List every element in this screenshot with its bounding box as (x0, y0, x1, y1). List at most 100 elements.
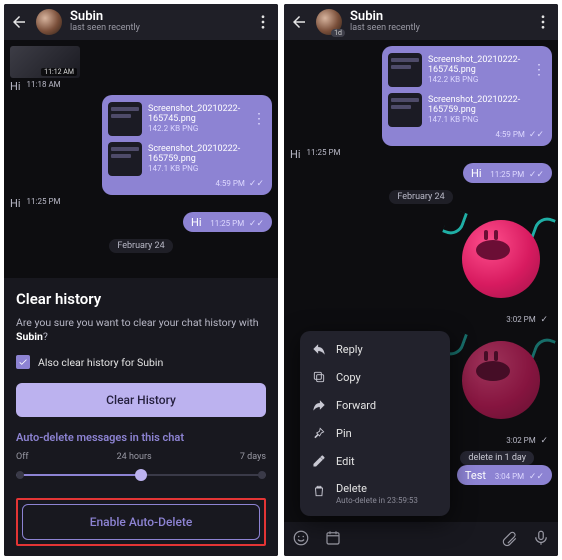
attachment-time: 4:59 PM ✓✓ (106, 179, 268, 191)
sheet-body: Are you sure you want to clear your chat… (16, 316, 266, 345)
message-context-menu: Reply Copy Forward Pin Edit Delete Auto-… (300, 331, 450, 516)
enable-auto-delete-button[interactable]: Enable Auto-Delete (22, 504, 260, 540)
menu-forward[interactable]: Forward (300, 391, 450, 419)
attachment-thumb-icon (388, 93, 422, 127)
attachment-name: Screenshot_20210222-165745.png (148, 105, 246, 125)
attachment-bubble[interactable]: Screenshot_20210222-165745.png 142.2 KB … (382, 46, 552, 146)
read-ticks-icon: ✓✓ (249, 219, 264, 229)
auto-delete-slider[interactable] (16, 466, 266, 484)
attachment-row: Screenshot_20210222-165745.png 142.2 KB … (290, 46, 552, 146)
message-row: Hi 11:25 PM ✓✓ (290, 163, 552, 183)
message-row: Hi 11:18 AM (10, 80, 272, 93)
msg-text: Hi (10, 197, 21, 210)
attachment-item[interactable]: Screenshot_20210222-165759.png 147.1 KB … (386, 90, 548, 130)
more-vert-icon[interactable] (254, 13, 272, 31)
message-row: Hi 11:25 PM (290, 148, 552, 161)
attachment-more-icon[interactable]: ⋮ (532, 62, 546, 78)
checkbox-checked-icon[interactable] (16, 355, 30, 369)
back-arrow-icon[interactable] (10, 13, 28, 31)
message-row: Hi 11:25 PM (10, 197, 272, 210)
msg-time: 11:18 AM (27, 80, 61, 93)
menu-delete-sub: Auto-delete in 23:59:53 (336, 496, 418, 505)
slider-handle[interactable] (135, 469, 147, 481)
bubble-out[interactable]: Hi 11:25 PM ✓✓ (463, 163, 552, 183)
msg-time: 11:25 PM (307, 148, 341, 161)
attachment-bubble[interactable]: Screenshot_20210222-165745.png 142.2 KB … (102, 95, 272, 195)
chat-name: Subin (70, 10, 140, 24)
attachment-thumb-icon (108, 102, 142, 136)
avatar[interactable] (36, 9, 62, 35)
attachment-name: Screenshot_20210222-165759.png (428, 96, 546, 116)
chat-header: 1d Subin last seen recently (284, 4, 558, 40)
chat-status: last seen recently (70, 24, 140, 34)
slider-labels: Off 24 hours 7 days (16, 452, 266, 462)
highlight-box: Enable Auto-Delete (16, 498, 266, 546)
message-row: Hi 11:25 PM ✓✓ (10, 212, 272, 232)
avatar-wrap[interactable]: 1d (316, 9, 342, 35)
auto-delete-badge: 1d (331, 29, 345, 37)
attachment-item[interactable]: Screenshot_20210222-165745.png 142.2 KB … (386, 50, 548, 90)
image-stub-row: 11:12 AM (10, 46, 272, 78)
attachment-item[interactable]: Screenshot_20210222-165745.png 142.2 KB … (106, 99, 268, 139)
msg-time: 11:25 PM (27, 197, 61, 210)
clear-history-sheet: Clear history Are you sure you want to c… (4, 278, 278, 556)
sticker-sweat-icon[interactable] (442, 208, 552, 308)
date-chip: February 24 (290, 189, 552, 202)
chat-name: Subin (350, 10, 420, 24)
more-vert-icon[interactable] (534, 13, 552, 31)
read-ticks-icon: ✓✓ (529, 472, 544, 482)
sticker-time: 3:02 PM (506, 315, 535, 324)
chat-header: Subin last seen recently (4, 4, 278, 40)
attachment-thumb-icon (388, 53, 422, 87)
attachment-name: Screenshot_20210222-165745.png (428, 56, 526, 76)
sticker-time: 3:02 PM (506, 436, 535, 445)
phone-right: 1d Subin last seen recently Screenshot_2… (284, 4, 558, 556)
phone-left: Subin last seen recently 11:12 AM Hi 11:… (4, 4, 278, 556)
attachment-size: 147.1 KB PNG (428, 115, 546, 124)
attachment-thumb-icon (108, 142, 142, 176)
bubble-out[interactable]: Test 3:04 PM ✓✓ (457, 465, 552, 485)
msg-text: Hi (471, 167, 482, 180)
menu-delete[interactable]: Delete Auto-delete in 23:59:53 (300, 475, 450, 512)
menu-reply[interactable]: Reply (300, 335, 450, 363)
menu-pin[interactable]: Pin (300, 419, 450, 447)
schedule-icon[interactable] (324, 529, 342, 550)
image-thumbnail[interactable]: 11:12 AM (10, 46, 80, 78)
sticker-row (290, 208, 552, 308)
msg-text: Hi (191, 216, 202, 229)
attachment-time: 4:59 PM ✓✓ (386, 130, 548, 142)
date-chip: February 24 (10, 238, 272, 251)
attachment-item[interactable]: Screenshot_20210222-165759.png 147.1 KB … (106, 139, 268, 179)
read-ticks-icon: ✓✓ (529, 170, 544, 180)
menu-edit[interactable]: Edit (300, 447, 450, 475)
attachment-row: Screenshot_20210222-165745.png 142.2 KB … (10, 95, 272, 195)
msg-time: 11:25 PM (210, 219, 244, 228)
msg-text: Hi (290, 148, 301, 161)
chat-status: last seen recently (350, 24, 420, 34)
chat-title-block[interactable]: Subin last seen recently (70, 10, 140, 34)
attachment-more-icon[interactable]: ⋮ (252, 111, 266, 127)
attachment-size: 147.1 KB PNG (148, 164, 266, 173)
sent-tick-icon: ✓ (540, 436, 548, 446)
also-clear-checkbox-row[interactable]: Also clear history for Subin (16, 355, 266, 369)
attachment-size: 142.2 KB PNG (428, 75, 526, 84)
bubble-out[interactable]: Hi 11:25 PM ✓✓ (183, 212, 272, 232)
sticker-sweat-icon[interactable] (442, 329, 552, 429)
back-arrow-icon[interactable] (290, 13, 308, 31)
message-input-bar (284, 522, 558, 556)
checkbox-label: Also clear history for Subin (38, 356, 163, 369)
mic-icon[interactable] (532, 529, 550, 550)
menu-copy[interactable]: Copy (300, 363, 450, 391)
attachment-size: 142.2 KB PNG (148, 124, 246, 133)
auto-delete-header: Auto-delete messages in this chat (16, 431, 266, 444)
msg-time: 11:25 PM (490, 170, 524, 179)
sheet-title: Clear history (16, 290, 266, 308)
attach-icon[interactable] (500, 529, 518, 550)
thumb-time: 11:12 AM (41, 68, 77, 76)
chat-title-block[interactable]: Subin last seen recently (350, 10, 420, 34)
emoji-icon[interactable] (292, 529, 310, 550)
attachment-name: Screenshot_20210222-165759.png (148, 145, 266, 165)
msg-text: Test (465, 469, 486, 482)
clear-history-button[interactable]: Clear History (16, 383, 266, 417)
msg-text: Hi (10, 80, 21, 93)
